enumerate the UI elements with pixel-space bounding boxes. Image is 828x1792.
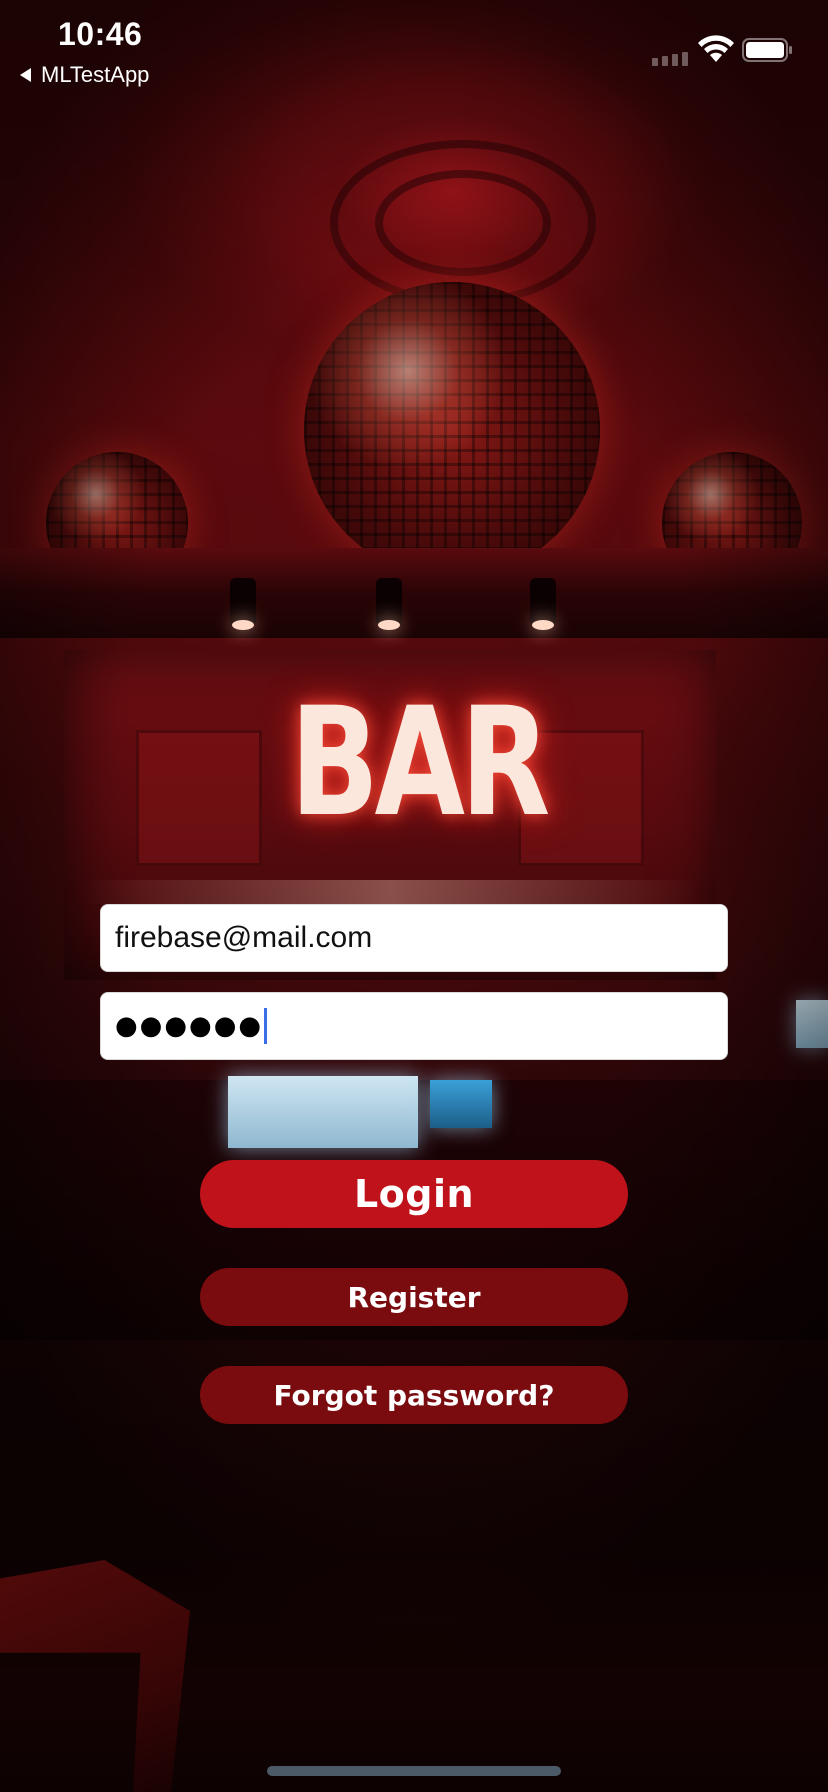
email-value: firebase@mail.com [115,921,373,954]
cellular-signal-icon [652,52,688,66]
status-time: 10:46 [58,16,143,52]
wifi-icon [698,35,734,62]
password-masked-value: ●●●●●● [115,1011,264,1041]
text-cursor [264,1008,268,1044]
monitor [228,1076,418,1148]
register-button[interactable]: Register [200,1268,628,1326]
back-to-app-link[interactable]: MLTestApp [20,62,149,88]
password-field[interactable]: ●●●●●● [100,992,728,1060]
forgot-password-button[interactable]: Forgot password? [200,1366,628,1424]
spotlight [230,578,256,630]
spotlight [530,578,556,630]
home-indicator[interactable] [267,1766,561,1776]
shelf-glow [80,880,700,904]
email-field[interactable]: firebase@mail.com [100,904,728,972]
login-screen: BAR 10:46 MLTestApp firebase@mail.com ●●… [0,0,828,1792]
vignette [0,0,828,1792]
rosette-ring [375,170,551,276]
wall-panel [518,730,644,866]
neon-bar-sign: BAR [290,676,550,850]
wall-panel [136,730,262,866]
disco-ball [46,452,188,594]
background-image: BAR [0,0,828,1792]
rosette-ring [330,140,596,306]
login-button[interactable]: Login [200,1160,628,1228]
ceiling-rosette [224,40,684,340]
battery-icon [742,38,792,62]
red-chair [0,1560,190,1792]
floor [0,1560,828,1792]
monitor [430,1080,492,1128]
disco-ball [304,282,600,578]
spotlight [376,578,402,630]
monitor [796,1000,828,1048]
back-arrow-icon [20,68,31,82]
back-app-label: MLTestApp [41,62,150,87]
disco-ball [662,452,802,594]
ceiling-beam [0,548,828,638]
